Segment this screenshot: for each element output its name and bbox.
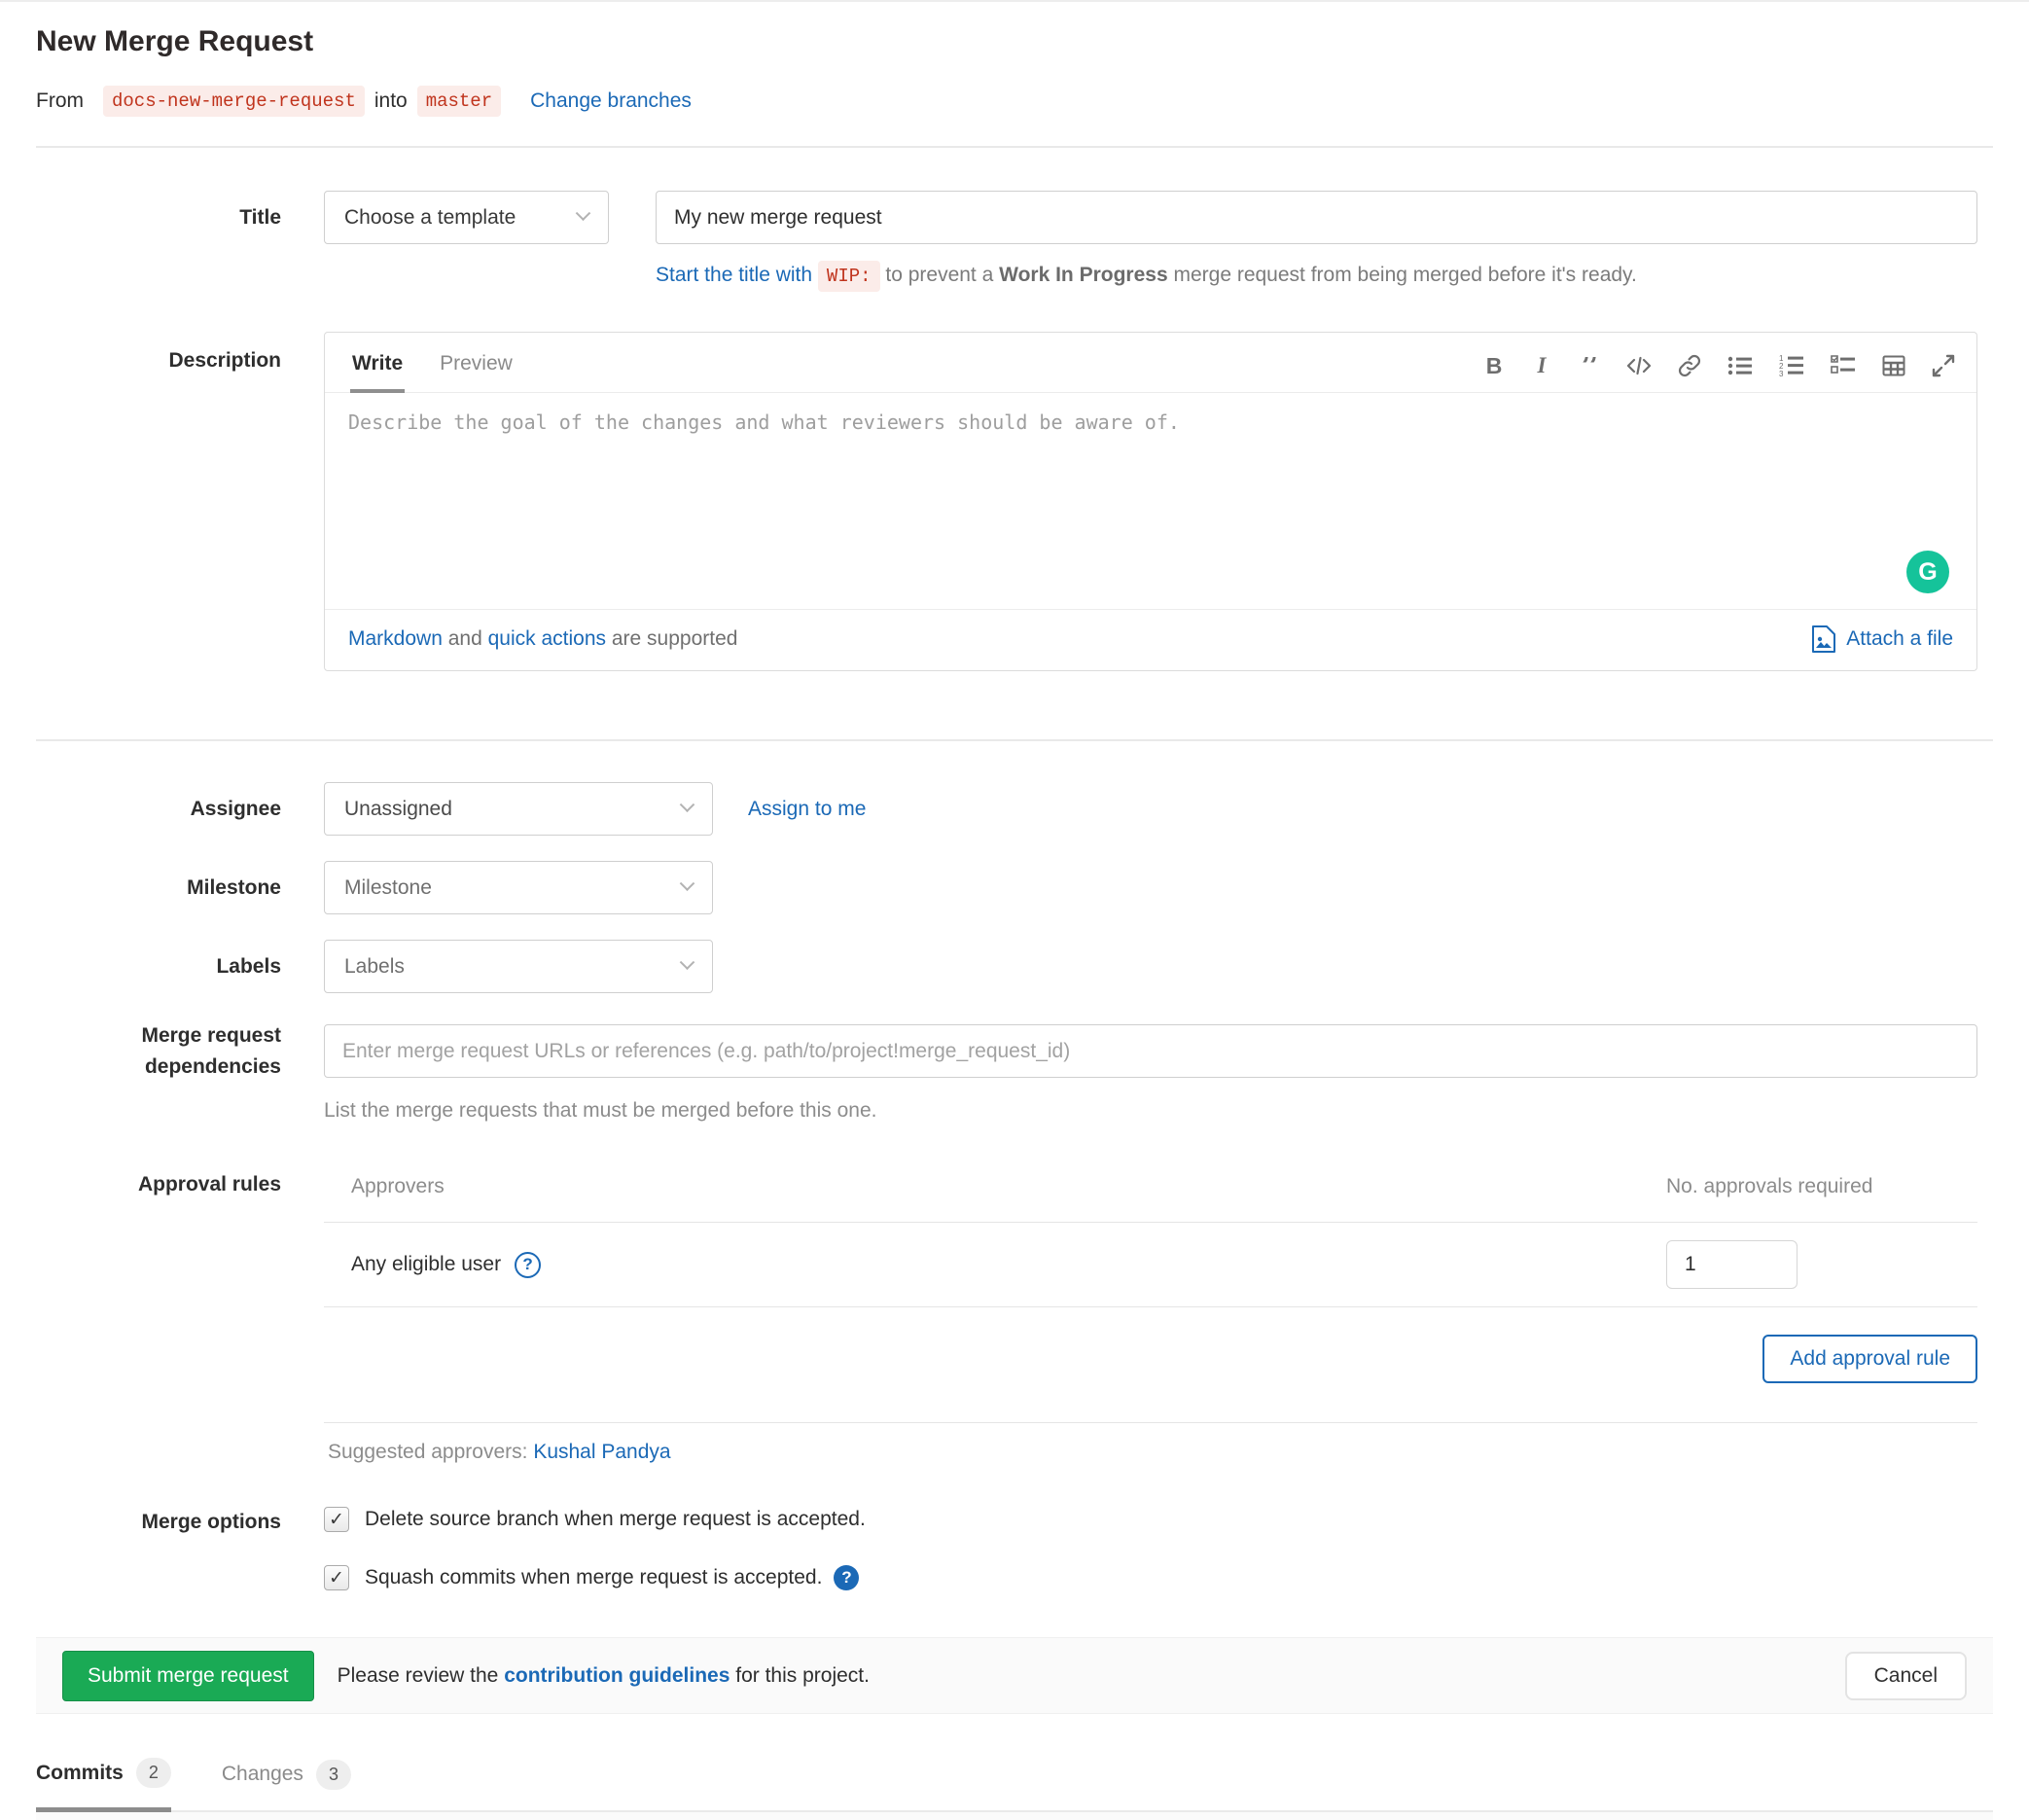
milestone-dropdown[interactable]: Milestone	[324, 861, 713, 914]
delete-source-branch-option: ✓ Delete source branch when merge reques…	[324, 1507, 1977, 1532]
labels-row: Labels Labels	[36, 940, 1993, 993]
template-dropdown-value: Choose a template	[344, 205, 516, 229]
dependencies-row: Merge request dependencies	[36, 1020, 1993, 1082]
commits-count-badge: 2	[135, 1758, 171, 1788]
fullscreen-icon[interactable]	[1932, 353, 1955, 378]
squash-commits-label: Squash commits when merge request is acc…	[365, 1566, 823, 1588]
description-row: Description Write Preview B I ”	[36, 332, 1993, 671]
delete-source-branch-checkbox[interactable]: ✓	[324, 1507, 349, 1532]
description-label: Description	[168, 349, 281, 372]
changes-count-badge: 3	[315, 1759, 351, 1790]
section-divider-2	[36, 739, 1993, 741]
merge-options-row: Merge options ✓ Delete source branch whe…	[36, 1507, 1993, 1590]
tab-preview[interactable]: Preview	[438, 333, 515, 392]
wip-code-chip: WIP:	[817, 261, 880, 292]
approval-rules-row: Approval rules Approvers No. approvals r…	[36, 1169, 1993, 1464]
add-approval-rule-button[interactable]: Add approval rule	[1762, 1335, 1977, 1383]
task-list-icon[interactable]	[1831, 353, 1856, 378]
tab-write[interactable]: Write	[350, 333, 406, 393]
wip-hint-link[interactable]: Start the title with	[656, 264, 812, 286]
merge-options-label: Merge options	[141, 1511, 281, 1533]
milestone-dropdown-value: Milestone	[344, 875, 432, 899]
changes-tabs: Commits 2 Changes 3	[36, 1743, 1993, 1812]
chevron-down-icon	[679, 797, 695, 813]
code-icon[interactable]	[1626, 353, 1652, 378]
approvers-column-header: Approvers	[351, 1175, 445, 1197]
milestone-label: Milestone	[187, 875, 281, 899]
attach-file-link[interactable]: Attach a file	[1811, 625, 1953, 654]
submit-merge-request-button[interactable]: Submit merge request	[62, 1650, 314, 1701]
assignee-dropdown-value: Unassigned	[344, 797, 452, 820]
chevron-down-icon	[575, 205, 591, 222]
tab-changes[interactable]: Changes 3	[222, 1743, 351, 1810]
svg-text:3: 3	[1779, 370, 1784, 377]
approvals-required-column-header: No. approvals required	[1666, 1175, 1873, 1197]
title-row: Title Choose a template	[36, 191, 1993, 244]
bold-icon[interactable]: B	[1483, 353, 1505, 378]
description-textarea[interactable]	[325, 393, 1976, 609]
link-icon[interactable]	[1678, 353, 1701, 378]
dependencies-input[interactable]	[324, 1024, 1977, 1078]
into-label: into	[374, 89, 408, 112]
dependencies-label: Merge request dependencies	[141, 1024, 281, 1078]
markdown-toolbar: B I ” 123	[1483, 353, 1955, 392]
section-divider	[36, 146, 1993, 148]
change-branches-link[interactable]: Change branches	[530, 89, 692, 113]
contribution-guidelines-link[interactable]: contribution guidelines	[504, 1664, 730, 1687]
labels-label: Labels	[216, 954, 281, 978]
tab-commits[interactable]: Commits 2	[36, 1743, 171, 1812]
markdown-support-note: Markdown and quick actions are supported	[348, 627, 738, 650]
title-hint: Start the title with WIP: to prevent a W…	[656, 261, 1977, 292]
chevron-down-icon	[679, 875, 695, 892]
contribution-note: Please review the contribution guideline…	[337, 1663, 870, 1687]
from-label: From	[36, 89, 84, 112]
title-input[interactable]	[656, 191, 1977, 244]
bottom-strip	[36, 1812, 1993, 1820]
chevron-down-icon	[679, 954, 695, 971]
milestone-row: Milestone Milestone	[36, 861, 1993, 914]
labels-dropdown[interactable]: Labels	[324, 940, 713, 993]
quote-icon[interactable]: ”	[1579, 357, 1600, 375]
quick-actions-link[interactable]: quick actions	[488, 627, 606, 650]
approval-table-header: Approvers No. approvals required	[324, 1169, 1977, 1223]
assignee-row: Assignee Unassigned Assign to me	[36, 782, 1993, 836]
approval-rule-name: Any eligible user	[351, 1253, 502, 1275]
table-icon[interactable]	[1882, 353, 1905, 378]
squash-commits-checkbox[interactable]: ✓	[324, 1565, 349, 1590]
attach-file-icon	[1812, 625, 1836, 653]
assignee-label: Assignee	[190, 797, 281, 820]
approvals-required-input[interactable]	[1666, 1240, 1798, 1289]
template-dropdown[interactable]: Choose a template	[324, 191, 609, 244]
form-actions: Submit merge request Please review the c…	[36, 1637, 1993, 1714]
suggested-approver-link[interactable]: Kushal Pandya	[533, 1441, 670, 1463]
squash-commits-option: ✓ Squash commits when merge request is a…	[324, 1565, 1977, 1590]
assign-to-me-link[interactable]: Assign to me	[748, 798, 866, 821]
dependencies-help-text: List the merge requests that must be mer…	[324, 1099, 877, 1122]
approval-rules-label: Approval rules	[137, 1173, 281, 1195]
title-label: Title	[239, 205, 281, 229]
grammarly-icon[interactable]: G	[1906, 551, 1949, 593]
suggested-approvers: Suggested approvers: Kushal Pandya	[324, 1422, 1977, 1464]
cancel-button[interactable]: Cancel	[1844, 1651, 1967, 1700]
markdown-editor: Write Preview B I ”	[324, 332, 1977, 671]
numbered-list-icon[interactable]: 123	[1779, 353, 1804, 378]
bulleted-list-icon[interactable]	[1727, 353, 1753, 378]
new-merge-request-page: New Merge Request From docs-new-merge-re…	[0, 25, 2029, 1820]
source-branch-chip: docs-new-merge-request	[103, 86, 365, 117]
help-icon[interactable]: ?	[834, 1565, 860, 1590]
markdown-link[interactable]: Markdown	[348, 627, 443, 650]
top-divider	[0, 0, 2029, 2]
labels-dropdown-value: Labels	[344, 954, 405, 978]
page-title: New Merge Request	[36, 25, 314, 57]
branch-summary: From docs-new-merge-request into master …	[36, 86, 1993, 117]
help-icon[interactable]: ?	[515, 1251, 542, 1278]
delete-source-branch-label: Delete source branch when merge request …	[365, 1508, 866, 1530]
target-branch-chip: master	[416, 86, 502, 117]
italic-icon[interactable]: I	[1531, 353, 1552, 378]
approval-rule-row: Any eligible user ?	[324, 1223, 1977, 1307]
assignee-dropdown[interactable]: Unassigned	[324, 782, 713, 836]
